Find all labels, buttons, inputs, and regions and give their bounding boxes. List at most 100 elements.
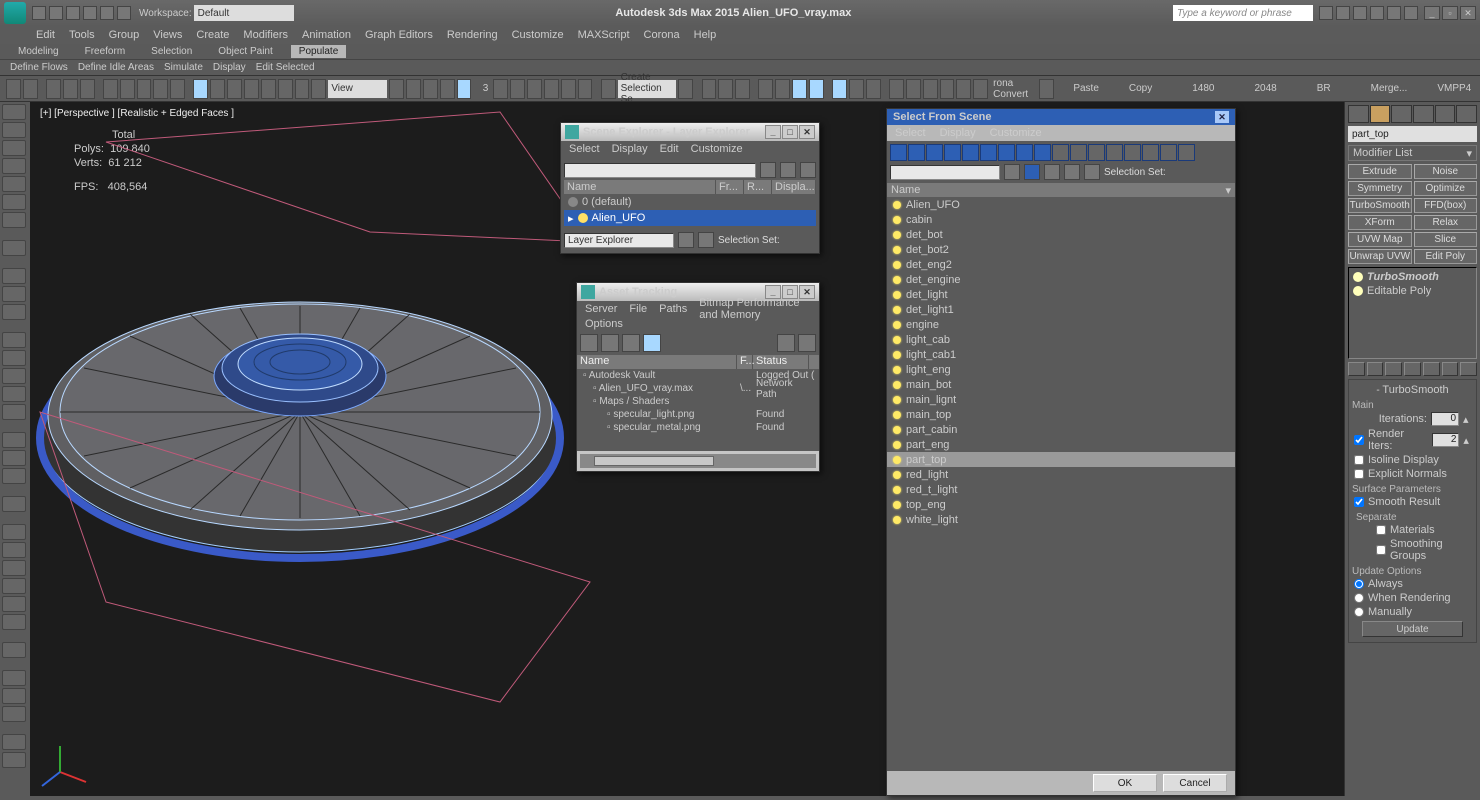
- minimize-button[interactable]: _: [1424, 6, 1440, 20]
- tb-btn[interactable]: [389, 79, 404, 99]
- sfs-filter-btn[interactable]: [1034, 144, 1051, 161]
- tab-create[interactable]: [1348, 105, 1369, 123]
- qa-btn[interactable]: [100, 6, 114, 20]
- sfs-filter-btn[interactable]: [962, 144, 979, 161]
- lt-btn[interactable]: [2, 524, 26, 540]
- asset-tracking-dialog[interactable]: Asset Tracking_□✕ Server File Paths Bitm…: [576, 282, 820, 472]
- se-menu-edit[interactable]: Edit: [660, 143, 679, 155]
- stack-btn[interactable]: [1423, 362, 1440, 376]
- tab-display[interactable]: [1435, 105, 1456, 123]
- se-menu-select[interactable]: Select: [569, 143, 600, 155]
- ic-btn[interactable]: [1404, 6, 1418, 20]
- layer-node[interactable]: ▸ Alien_UFO: [564, 210, 816, 226]
- sfs-tool-btn[interactable]: [1178, 144, 1195, 161]
- sfs-filter-btn[interactable]: [926, 144, 943, 161]
- sfs-tool-btn[interactable]: [1106, 144, 1123, 161]
- modifier-button[interactable]: TurboSmooth: [1348, 198, 1412, 213]
- lt-btn[interactable]: [2, 240, 26, 256]
- lt-btn[interactable]: [2, 670, 26, 686]
- ribbon-tab-freeform[interactable]: Freeform: [77, 45, 134, 58]
- undo-button[interactable]: [6, 79, 21, 99]
- scene-object-item[interactable]: det_bot2: [887, 242, 1235, 257]
- se-mode-input[interactable]: [564, 233, 674, 248]
- stack-btn[interactable]: [1404, 362, 1421, 376]
- mirror-button[interactable]: [702, 79, 717, 99]
- scene-object-item[interactable]: det_light1: [887, 302, 1235, 317]
- sfs-tool-icon[interactable]: [1084, 164, 1100, 180]
- rotate-button[interactable]: [210, 79, 225, 99]
- se-menu-customize[interactable]: Customize: [691, 143, 743, 155]
- qa-btn[interactable]: [117, 6, 131, 20]
- col-name[interactable]: Name: [577, 355, 737, 369]
- menu-rendering[interactable]: Rendering: [447, 29, 498, 41]
- ic-btn[interactable]: [1370, 6, 1384, 20]
- lt-btn[interactable]: [2, 560, 26, 576]
- snap-button[interactable]: [457, 79, 472, 99]
- menu-grapheditors[interactable]: Graph Editors: [365, 29, 433, 41]
- sfs-menu-display[interactable]: Display: [940, 127, 976, 139]
- tb-btn[interactable]: [601, 79, 616, 99]
- scene-object-item[interactable]: white_light: [887, 512, 1235, 527]
- scene-explorer-dialog[interactable]: Scene Explorer - Layer Explorer_□✕ Selec…: [560, 122, 820, 254]
- col-render[interactable]: R...: [744, 180, 772, 194]
- sub-display[interactable]: Display: [213, 62, 246, 73]
- render-iters-checkbox[interactable]: [1354, 435, 1364, 445]
- minimize-icon[interactable]: _: [765, 125, 781, 139]
- tab-modify[interactable]: [1370, 105, 1391, 123]
- at-btn[interactable]: [622, 334, 640, 352]
- lt-btn[interactable]: [2, 496, 26, 512]
- scene-object-item[interactable]: engine: [887, 317, 1235, 332]
- sfs-tool-icon[interactable]: [1064, 164, 1080, 180]
- schematic-button[interactable]: [792, 79, 807, 99]
- lt-btn[interactable]: [2, 140, 26, 156]
- view-label[interactable]: View: [328, 80, 387, 98]
- copy-label[interactable]: Copy: [1129, 83, 1152, 94]
- selfilter-button[interactable]: [103, 79, 118, 99]
- placement-button[interactable]: [244, 79, 259, 99]
- at-btn[interactable]: [601, 334, 619, 352]
- tb-btn[interactable]: [889, 79, 904, 99]
- se-filter-icon[interactable]: [780, 162, 796, 178]
- redo-button[interactable]: [23, 79, 38, 99]
- sfs-filter-btn[interactable]: [1016, 144, 1033, 161]
- help-search-input[interactable]: Type a keyword or phrase: [1173, 5, 1313, 21]
- scene-object-item[interactable]: top_eng: [887, 497, 1235, 512]
- render-setup-button[interactable]: [832, 79, 847, 99]
- sfs-filter-input[interactable]: [890, 165, 1000, 180]
- sfs-filter-btn[interactable]: [980, 144, 997, 161]
- menu-views[interactable]: Views: [153, 29, 182, 41]
- sfs-clear-icon[interactable]: [1004, 164, 1020, 180]
- modifier-button[interactable]: Symmetry: [1348, 181, 1412, 196]
- menu-create[interactable]: Create: [196, 29, 229, 41]
- ribbon-tab-modeling[interactable]: Modeling: [10, 45, 67, 58]
- asset-row[interactable]: ▫ specular_light.pngFound: [577, 408, 819, 421]
- se-filter-clear-icon[interactable]: [760, 162, 776, 178]
- menu-group[interactable]: Group: [109, 29, 140, 41]
- menu-corona[interactable]: Corona: [644, 29, 680, 41]
- tab-utilities[interactable]: [1456, 105, 1477, 123]
- scene-object-item[interactable]: main_lignt: [887, 392, 1235, 407]
- manip-button[interactable]: [295, 79, 310, 99]
- scene-object-item[interactable]: light_eng: [887, 362, 1235, 377]
- at-btn[interactable]: [580, 334, 598, 352]
- tb-btn[interactable]: [940, 79, 955, 99]
- sfs-tool-btn[interactable]: [1160, 144, 1177, 161]
- scene-object-item[interactable]: part_top: [887, 452, 1235, 467]
- sfs-tool-btn[interactable]: [1052, 144, 1069, 161]
- lt-btn[interactable]: [2, 350, 26, 366]
- stack-btn[interactable]: [1442, 362, 1459, 376]
- lt-btn[interactable]: [2, 432, 26, 448]
- scene-object-item[interactable]: det_bot: [887, 227, 1235, 242]
- col-display[interactable]: Displa...: [772, 180, 816, 194]
- materials-checkbox[interactable]: [1376, 525, 1386, 535]
- lt-btn[interactable]: [2, 688, 26, 704]
- lt-btn[interactable]: [2, 304, 26, 320]
- lt-btn[interactable]: [2, 404, 26, 420]
- ok-button[interactable]: OK: [1093, 774, 1157, 792]
- bulb-icon[interactable]: [1353, 286, 1363, 296]
- scene-object-item[interactable]: light_cab1: [887, 347, 1235, 362]
- sfs-menu-select[interactable]: Select: [895, 127, 926, 139]
- tb-btn[interactable]: [758, 79, 773, 99]
- ribbon-tab-populate[interactable]: Populate: [291, 45, 346, 58]
- se-foot-icon[interactable]: [678, 232, 694, 248]
